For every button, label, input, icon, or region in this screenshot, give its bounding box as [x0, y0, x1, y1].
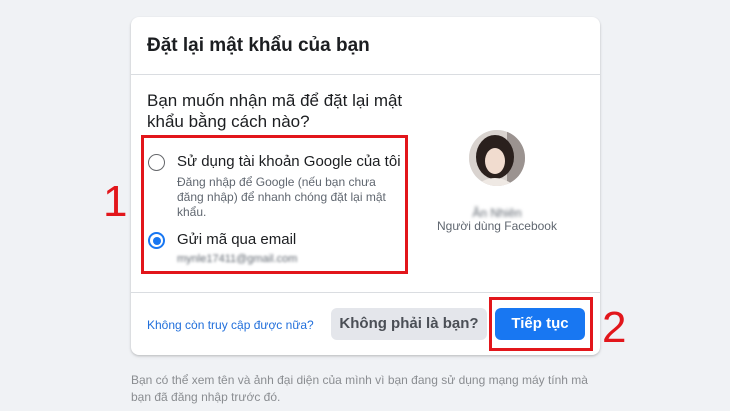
card-title: Đặt lại mật khẩu của bạn — [147, 35, 370, 56]
no-access-link[interactable]: Không còn truy cập được nữa? — [147, 318, 314, 332]
not-you-button[interactable]: Không phải là bạn? — [331, 308, 487, 340]
header-divider — [131, 74, 600, 75]
annotation-box-options — [141, 135, 408, 274]
user-type: Người dùng Facebook — [437, 219, 557, 233]
reset-question: Bạn muốn nhận mã để đặt lại mật khẩu bằn… — [147, 91, 403, 131]
annotation-number-2: 2 — [602, 303, 627, 352]
footer-divider — [131, 292, 600, 293]
user-name: Ân Nhiên — [472, 206, 522, 220]
user-avatar — [469, 130, 525, 186]
avatar-photo — [469, 130, 525, 186]
annotation-number-1: 1 — [103, 177, 128, 226]
footer-note: Bạn có thể xem tên và ảnh đại diện của m… — [131, 373, 588, 404]
annotation-box-continue — [489, 297, 593, 351]
